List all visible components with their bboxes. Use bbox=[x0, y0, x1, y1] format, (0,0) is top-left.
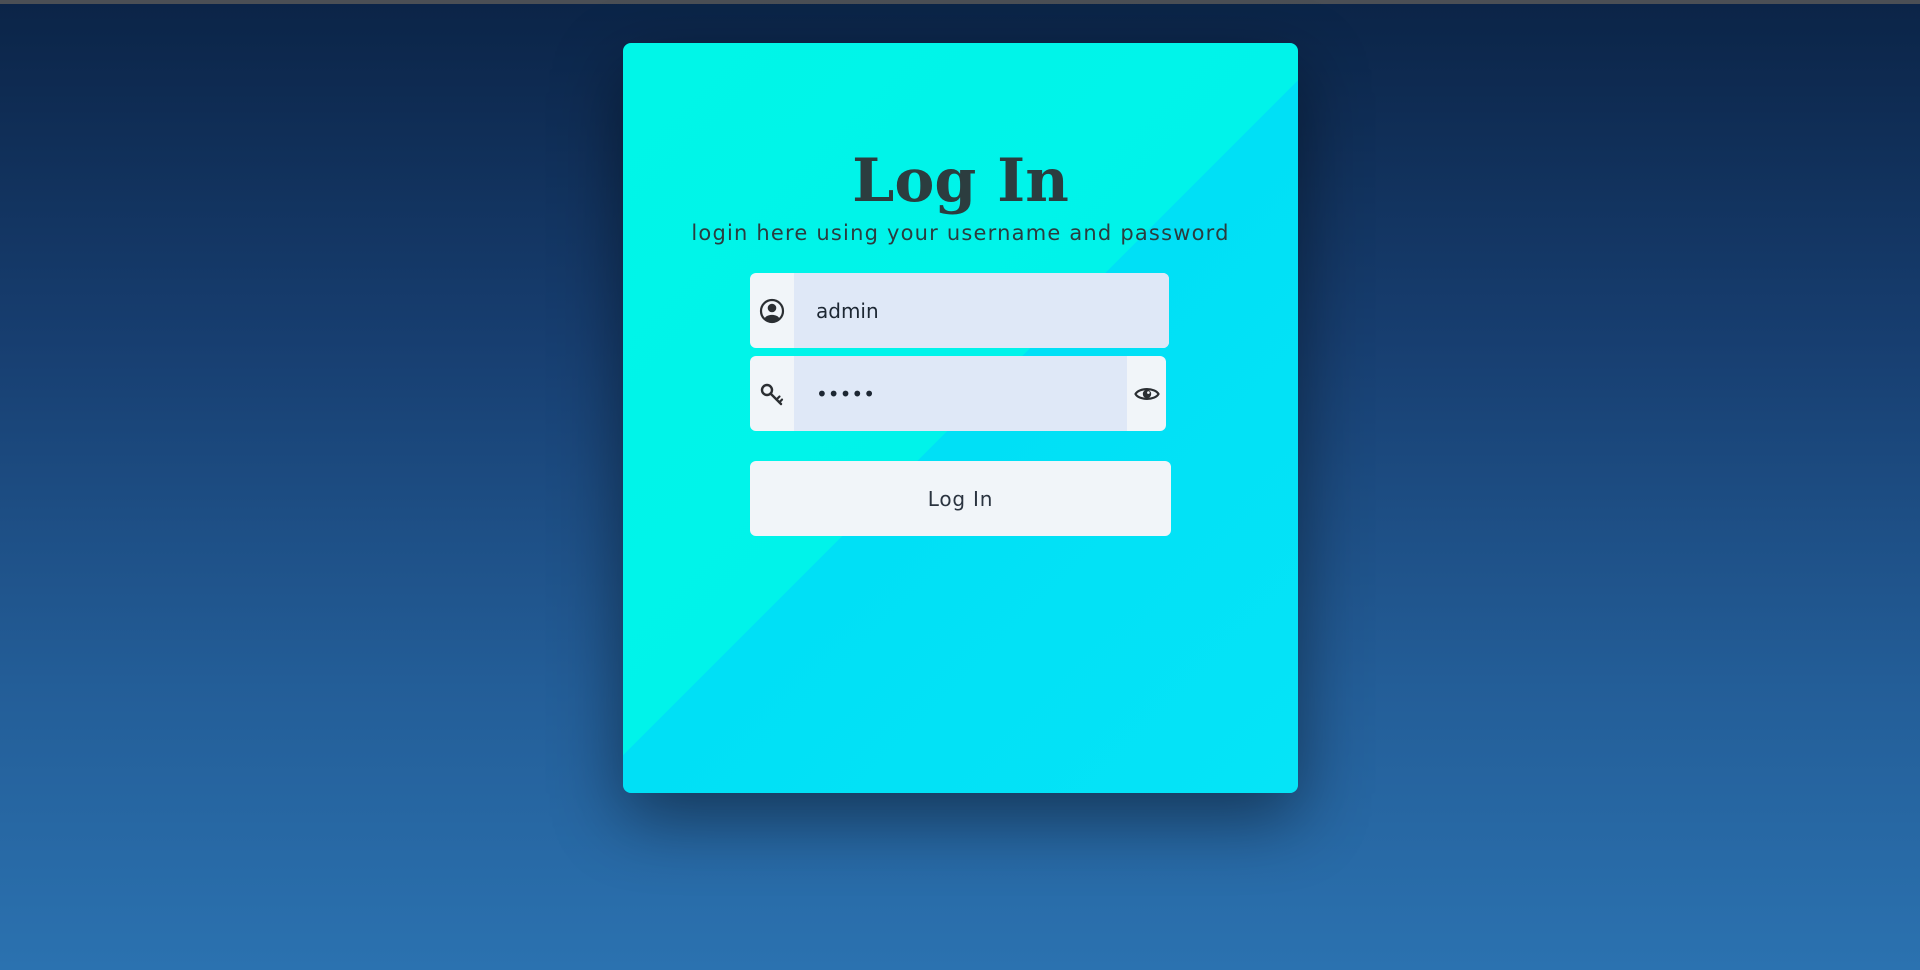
page-subtitle: login here using your username and passw… bbox=[691, 221, 1230, 245]
password-input[interactable] bbox=[794, 356, 1127, 431]
login-card: Log In login here using your username an… bbox=[623, 43, 1298, 793]
eye-icon[interactable] bbox=[1127, 356, 1166, 431]
password-field bbox=[750, 356, 1166, 431]
user-circle-icon bbox=[750, 273, 794, 348]
username-input[interactable] bbox=[794, 273, 1169, 348]
username-field bbox=[750, 273, 1169, 348]
login-button[interactable]: Log In bbox=[750, 461, 1171, 536]
page-title: Log In bbox=[852, 146, 1069, 216]
window-top-border bbox=[0, 0, 1920, 4]
key-icon bbox=[750, 356, 794, 431]
